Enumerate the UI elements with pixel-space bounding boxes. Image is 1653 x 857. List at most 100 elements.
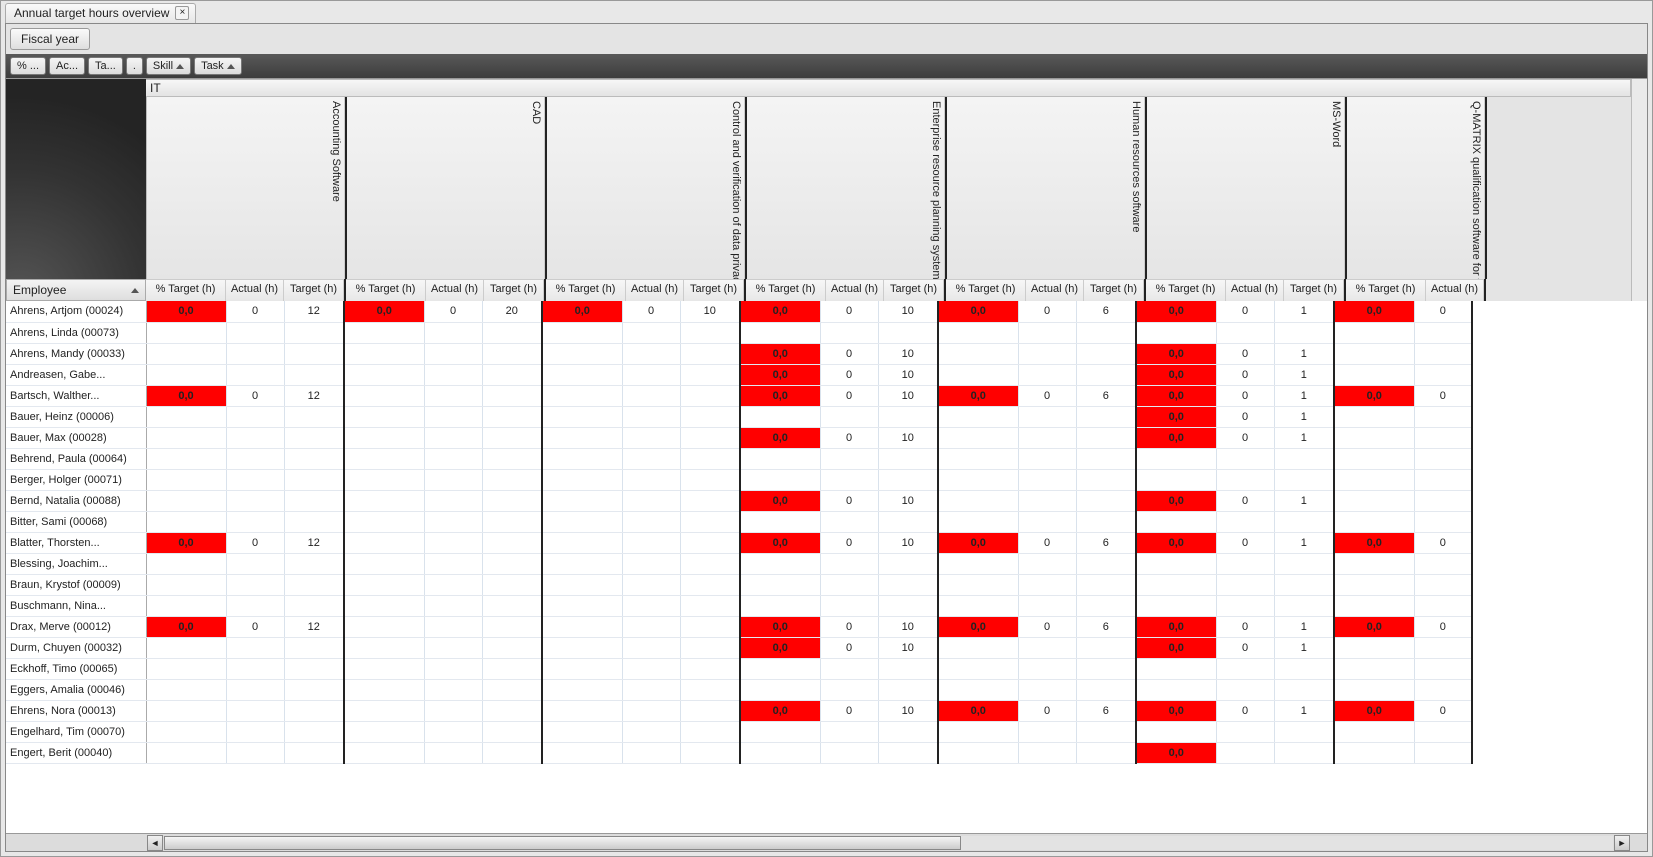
pct-target-cell[interactable] xyxy=(740,553,820,574)
pct-target-cell[interactable] xyxy=(344,721,424,742)
actual-cell[interactable]: 0 xyxy=(226,301,284,322)
actual-cell[interactable] xyxy=(1414,469,1472,490)
table-row[interactable]: Bauer, Heinz (00006)0,001 xyxy=(6,406,1472,427)
actual-cell[interactable]: 0 xyxy=(1414,532,1472,553)
pct-target-cell[interactable] xyxy=(1334,679,1414,700)
actual-cell[interactable]: 0 xyxy=(1414,301,1472,322)
actual-cell[interactable]: 0 xyxy=(1216,616,1274,637)
target-cell[interactable] xyxy=(680,427,740,448)
target-cell[interactable] xyxy=(1076,679,1136,700)
actual-cell[interactable] xyxy=(1216,679,1274,700)
actual-cell[interactable] xyxy=(424,511,482,532)
actual-cell[interactable] xyxy=(820,742,878,763)
actual-cell[interactable] xyxy=(820,322,878,343)
target-cell[interactable] xyxy=(482,532,542,553)
filter-percent[interactable]: % ... xyxy=(10,57,46,75)
actual-cell[interactable]: 0 xyxy=(1216,364,1274,385)
actual-cell[interactable] xyxy=(1414,658,1472,679)
actual-cell[interactable] xyxy=(820,448,878,469)
target-cell[interactable] xyxy=(284,364,344,385)
target-cell[interactable] xyxy=(878,721,938,742)
target-cell[interactable] xyxy=(1274,574,1334,595)
pct-target-cell[interactable] xyxy=(1334,595,1414,616)
employee-cell[interactable]: Bauer, Max (00028) xyxy=(6,427,146,448)
actual-cell[interactable]: 0 xyxy=(1414,616,1472,637)
pct-target-cell[interactable] xyxy=(344,616,424,637)
pct-target-cell[interactable]: 0,0 xyxy=(1136,406,1216,427)
target-cell[interactable] xyxy=(1274,469,1334,490)
subcolumn-header[interactable]: Target (h) xyxy=(1084,279,1144,301)
actual-cell[interactable]: 0 xyxy=(1414,700,1472,721)
target-cell[interactable]: 1 xyxy=(1274,364,1334,385)
pct-target-cell[interactable] xyxy=(146,406,226,427)
target-cell[interactable] xyxy=(284,700,344,721)
skill-column-group[interactable]: Accounting Software xyxy=(146,97,347,279)
target-cell[interactable]: 6 xyxy=(1076,301,1136,322)
pct-target-cell[interactable] xyxy=(146,364,226,385)
target-cell[interactable] xyxy=(1076,595,1136,616)
actual-cell[interactable] xyxy=(1414,721,1472,742)
subcolumn-header[interactable]: Actual (h) xyxy=(1426,279,1484,301)
skill-column-group[interactable]: MS-Word xyxy=(1147,97,1347,279)
actual-cell[interactable] xyxy=(1216,469,1274,490)
tab-annual-target-hours[interactable]: Annual target hours overview × xyxy=(5,3,196,23)
actual-cell[interactable] xyxy=(424,595,482,616)
pct-target-cell[interactable] xyxy=(344,658,424,679)
pct-target-cell[interactable] xyxy=(146,448,226,469)
pct-target-cell[interactable]: 0,0 xyxy=(1136,427,1216,448)
pct-target-cell[interactable] xyxy=(542,616,622,637)
actual-cell[interactable] xyxy=(226,469,284,490)
table-row[interactable]: Blatter, Thorsten...0,00120,00100,0060,0… xyxy=(6,532,1472,553)
actual-cell[interactable] xyxy=(1414,553,1472,574)
employee-cell[interactable]: Berger, Holger (00071) xyxy=(6,469,146,490)
actual-cell[interactable] xyxy=(622,742,680,763)
actual-cell[interactable] xyxy=(622,679,680,700)
employee-cell[interactable]: Andreasen, Gabe... xyxy=(6,364,146,385)
actual-cell[interactable] xyxy=(1216,553,1274,574)
pct-target-cell[interactable] xyxy=(1334,448,1414,469)
actual-cell[interactable] xyxy=(424,721,482,742)
table-row[interactable]: Bernd, Natalia (00088)0,00100,001 xyxy=(6,490,1472,511)
actual-cell[interactable] xyxy=(1018,721,1076,742)
employee-cell[interactable]: Engelhard, Tim (00070) xyxy=(6,721,146,742)
employee-cell[interactable]: Bitter, Sami (00068) xyxy=(6,511,146,532)
pct-target-cell[interactable] xyxy=(740,322,820,343)
actual-cell[interactable] xyxy=(820,511,878,532)
subcolumn-header[interactable]: % Target (h) xyxy=(146,279,226,301)
actual-cell[interactable] xyxy=(622,511,680,532)
table-row[interactable]: Drax, Merve (00012)0,00120,00100,0060,00… xyxy=(6,616,1472,637)
actual-cell[interactable] xyxy=(226,427,284,448)
actual-cell[interactable] xyxy=(1018,679,1076,700)
target-cell[interactable]: 10 xyxy=(878,532,938,553)
pct-target-cell[interactable] xyxy=(344,574,424,595)
target-cell[interactable] xyxy=(284,469,344,490)
pct-target-cell[interactable] xyxy=(1136,679,1216,700)
actual-cell[interactable] xyxy=(424,679,482,700)
actual-cell[interactable] xyxy=(1414,427,1472,448)
subcolumn-header[interactable]: Actual (h) xyxy=(626,279,684,301)
pct-target-cell[interactable] xyxy=(938,658,1018,679)
employee-cell[interactable]: Ahrens, Artjom (00024) xyxy=(6,301,146,322)
actual-cell[interactable] xyxy=(820,595,878,616)
employee-cell[interactable]: Drax, Merve (00012) xyxy=(6,616,146,637)
target-cell[interactable] xyxy=(680,448,740,469)
pct-target-cell[interactable] xyxy=(344,532,424,553)
target-cell[interactable] xyxy=(1076,553,1136,574)
actual-cell[interactable]: 0 xyxy=(1018,385,1076,406)
target-cell[interactable]: 1 xyxy=(1274,532,1334,553)
actual-cell[interactable] xyxy=(1018,574,1076,595)
pct-target-cell[interactable]: 0,0 xyxy=(740,301,820,322)
target-cell[interactable] xyxy=(1076,469,1136,490)
target-cell[interactable]: 10 xyxy=(878,343,938,364)
pct-target-cell[interactable] xyxy=(938,364,1018,385)
filter-dot[interactable]: . xyxy=(126,57,143,75)
actual-cell[interactable]: 0 xyxy=(820,616,878,637)
actual-cell[interactable]: 0 xyxy=(1216,301,1274,322)
actual-cell[interactable] xyxy=(1018,343,1076,364)
pct-target-cell[interactable] xyxy=(938,637,1018,658)
target-cell[interactable] xyxy=(680,364,740,385)
skill-column-group[interactable]: Control and verification of data privacy xyxy=(547,97,747,279)
actual-cell[interactable] xyxy=(820,679,878,700)
pct-target-cell[interactable] xyxy=(542,448,622,469)
pct-target-cell[interactable] xyxy=(344,343,424,364)
